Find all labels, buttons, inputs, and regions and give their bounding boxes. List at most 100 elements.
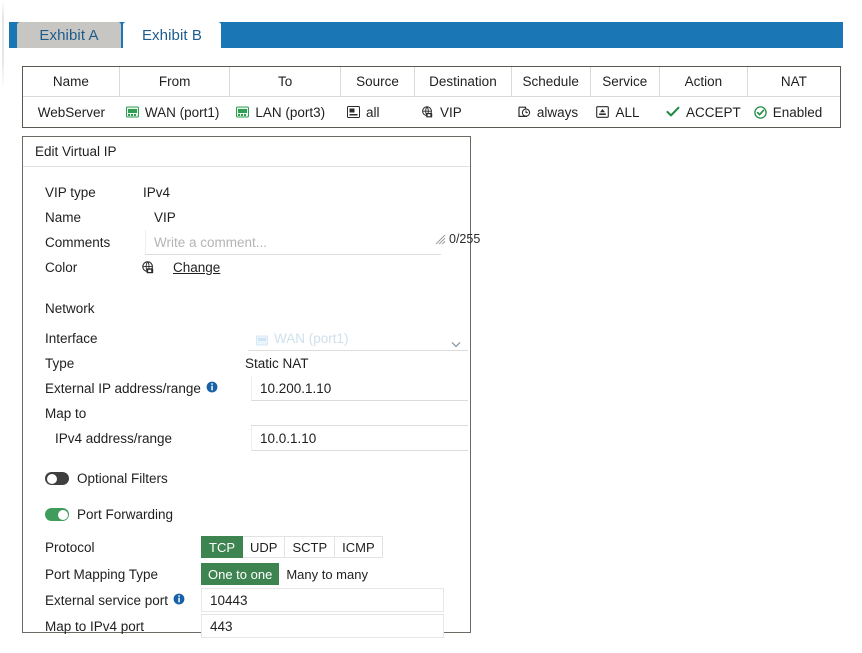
external-ip-label: External IP address/range [45,376,218,401]
page-edge-artifact [2,0,4,653]
color-globe-icon [141,261,155,274]
virtual-ip-globe-icon [421,106,434,118]
name-label: Name [45,205,81,230]
cell-schedule: always [512,97,591,127]
dialog-title: Edit Virtual IP [23,137,470,167]
interface-dropdown[interactable]: WAN (port1) [248,326,468,351]
network-section-title: Network [45,301,95,316]
cell-to: LAN (port3) [230,97,341,127]
switch-knob [58,510,68,520]
type-label: Type [45,351,74,376]
external-service-port-label-text: External service port [45,593,168,608]
field-row-interface: Interface WAN (port1) [23,326,470,351]
port-mapping-label: Port Mapping Type [45,562,158,587]
table-header-row: Name From To Source Destination Schedule… [23,67,840,97]
column-header-to: To [230,67,341,96]
column-header-name: Name [23,67,120,96]
column-header-nat: NAT [748,67,840,96]
color-change-button[interactable]: Change [173,255,220,280]
optional-filters-toggle-row[interactable]: Optional Filters [45,471,168,486]
cell-nat: Enabled [748,97,840,127]
port-mapping-option-one-to-one[interactable]: One to one [201,563,279,585]
external-service-port-label: External service port [45,588,185,613]
comments-counter-label: 0/255 [449,232,480,246]
optional-filters-label: Optional Filters [77,471,168,486]
address-all-icon [347,106,360,118]
map-to-input[interactable] [251,401,468,426]
cell-from: WAN (port1) [120,97,231,127]
protocol-segmented-control: TCP UDP SCTP ICMP [201,536,383,558]
cell-source: all [341,97,415,127]
interface-label: Interface [45,326,98,351]
port-mapping-option-many-to-many[interactable]: Many to many [279,563,375,585]
column-header-destination: Destination [415,67,512,96]
external-service-port-input[interactable]: 10443 [201,588,444,612]
map-to-label: Map to [45,401,86,426]
tab-exhibit-b[interactable]: Exhibit B [123,22,221,48]
protocol-option-tcp[interactable]: TCP [201,536,243,558]
exhibit-tab-bar: Exhibit A Exhibit B [9,22,843,48]
column-header-from: From [120,67,231,96]
field-row-external-service-port: External service port 10443 [23,588,470,613]
policy-destination-label: VIP [440,105,462,120]
tab-exhibit-a-label: Exhibit A [39,27,98,44]
policy-to-label: LAN (port3) [255,105,325,120]
column-header-source: Source [341,67,415,96]
cell-destination: VIP [415,97,512,127]
protocol-label: Protocol [45,535,95,560]
policy-source-label: all [366,105,380,120]
port-forwarding-toggle-row[interactable]: Port Forwarding [45,507,173,522]
comments-label: Comments [45,230,110,255]
field-row-comments: Comments Write a comment... 0/255 [23,230,470,255]
policy-name-label: WebServer [38,105,105,120]
name-value: VIP [154,205,176,230]
policy-nat-label: Enabled [773,105,823,120]
table-row[interactable]: WebServer WAN (port1) [23,97,840,127]
field-row-protocol: Protocol TCP UDP SCTP ICMP [23,535,470,560]
field-row-map-to-ipv4-port: Map to IPv4 port 443 [23,614,470,639]
ipv4-range-input[interactable]: 10.0.1.10 [251,426,468,451]
column-header-service: Service [591,67,661,96]
nat-enabled-icon [754,106,767,119]
tab-exhibit-a[interactable]: Exhibit A [17,22,121,48]
schedule-clock-icon [518,106,531,118]
network-interface-icon [236,106,249,118]
policy-from-label: WAN (port1) [145,105,220,120]
color-swatch[interactable] [141,255,155,280]
color-change-label: Change [173,260,220,275]
switch-knob [47,474,57,484]
protocol-option-udp[interactable]: UDP [243,536,285,558]
external-ip-label-text: External IP address/range [45,381,201,396]
info-icon[interactable] [206,381,218,396]
port-forwarding-switch[interactable] [45,508,69,521]
network-interface-icon [126,106,139,118]
column-header-action: Action [660,67,748,96]
resize-grip-icon[interactable] [435,234,446,245]
protocol-option-icmp[interactable]: ICMP [335,536,383,558]
comments-input[interactable]: Write a comment... [145,230,441,255]
field-row-type: Type Static NAT [23,351,470,376]
policy-service-label: ALL [615,105,639,120]
vip-type-label: VIP type [45,180,96,205]
protocol-option-sctp[interactable]: SCTP [285,536,335,558]
map-to-ipv4-port-input[interactable]: 443 [201,614,444,638]
field-row-ipv4-range: IPv4 address/range 10.0.1.10 [23,426,470,451]
type-value: Static NAT [245,351,309,376]
port-mapping-segmented-control: One to one Many to many [201,563,375,585]
policy-action-label: ACCEPT [686,105,741,120]
info-icon[interactable] [173,593,185,608]
interface-icon [256,333,268,351]
cell-name: WebServer [23,97,120,127]
ipv4-range-label: IPv4 address/range [55,426,172,451]
comments-char-counter: 0/255 [435,232,480,246]
column-header-schedule: Schedule [512,67,591,96]
field-row-port-mapping-type: Port Mapping Type One to one Many to man… [23,562,470,587]
service-icon [596,106,609,118]
accept-check-icon [666,106,680,118]
field-row-vip-type: VIP type IPv4 [23,180,470,205]
cell-service: ALL [590,97,659,127]
external-ip-input[interactable]: 10.200.1.10 [251,376,468,401]
optional-filters-switch[interactable] [45,472,69,485]
cell-action: ACCEPT [660,97,748,127]
vip-type-value: IPv4 [143,180,170,205]
